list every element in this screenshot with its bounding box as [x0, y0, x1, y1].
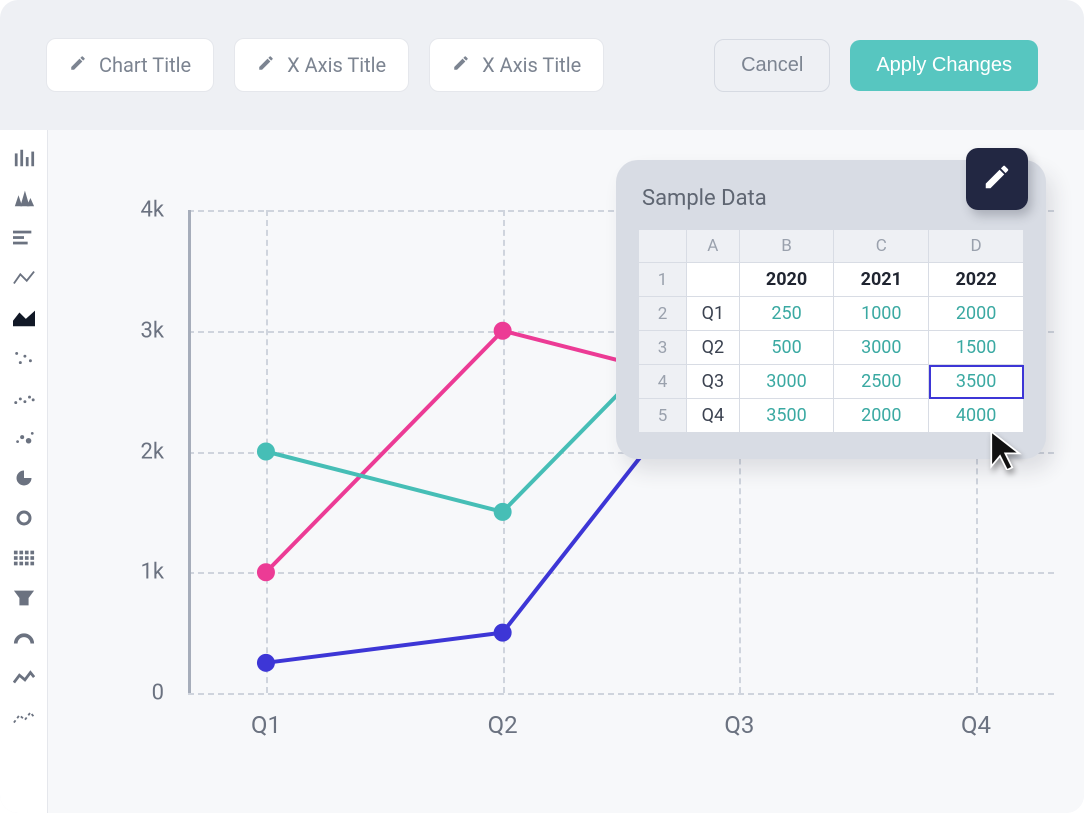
- chart-type-sidebar: [0, 130, 48, 813]
- chart-title-button[interactable]: Chart Title: [46, 38, 214, 92]
- grid-cell[interactable]: 500: [739, 331, 834, 365]
- grid-cell[interactable]: 3000: [739, 365, 834, 399]
- scatter-sparse-icon[interactable]: [4, 344, 44, 372]
- pencil-icon: [69, 53, 87, 77]
- grid-cell[interactable]: Q4: [687, 399, 740, 433]
- y-tick-label: 1k: [116, 560, 176, 585]
- grid-cell[interactable]: 2022: [929, 263, 1024, 297]
- heatmap-icon[interactable]: [4, 544, 44, 572]
- x-axis-title-button-2[interactable]: X Axis Title: [429, 38, 604, 92]
- x-tick-label: Q2: [488, 711, 518, 739]
- y-tick: 1k: [116, 560, 176, 585]
- grid-cell[interactable]: 3000: [834, 331, 929, 365]
- bubble-icon[interactable]: [4, 424, 44, 452]
- grid-cell[interactable]: 250: [739, 297, 834, 331]
- cancel-label: Cancel: [741, 54, 803, 76]
- grid-row-index[interactable]: 5: [639, 399, 687, 433]
- spark-dashed-icon[interactable]: [4, 704, 44, 732]
- y-tick: 2k: [116, 439, 176, 464]
- grid-cell[interactable]: 3500: [929, 365, 1024, 399]
- pencil-icon: [257, 53, 275, 77]
- series-point: [494, 503, 512, 521]
- grid-row-index[interactable]: 2: [639, 297, 687, 331]
- series-point: [257, 654, 275, 672]
- x-axis-title-button-1[interactable]: X Axis Title: [234, 38, 409, 92]
- grid-cell[interactable]: Q3: [687, 365, 740, 399]
- grid-cell[interactable]: 2000: [929, 297, 1024, 331]
- data-grid[interactable]: ABCD12020202120222Q1250100020003Q2500300…: [638, 229, 1024, 433]
- grid-cell[interactable]: 2020: [739, 263, 834, 297]
- grid-col-header[interactable]: C: [834, 230, 929, 263]
- y-tick-label: 0: [116, 681, 176, 706]
- sample-data-panel: Sample Data ABCD12020202120222Q125010002…: [616, 160, 1046, 459]
- y-tick: 0: [116, 681, 176, 706]
- bar-series-icon[interactable]: [4, 184, 44, 212]
- bar-columns-icon[interactable]: [4, 144, 44, 172]
- pencil-icon: [452, 53, 470, 77]
- toolbar: Chart Title X Axis Title X Axis Title Ca…: [0, 0, 1084, 130]
- y-tick: 4k: [116, 198, 176, 223]
- apply-button[interactable]: Apply Changes: [850, 40, 1038, 91]
- app-root: Chart Title X Axis Title X Axis Title Ca…: [0, 0, 1084, 813]
- apply-label: Apply Changes: [876, 54, 1012, 76]
- x-axis-title-label-2: X Axis Title: [482, 53, 581, 77]
- grid-cell[interactable]: Q2: [687, 331, 740, 365]
- gridline-h: [188, 693, 1054, 695]
- grid-cell[interactable]: 2021: [834, 263, 929, 297]
- edit-data-button[interactable]: [966, 148, 1028, 210]
- grid-row-index[interactable]: 1: [639, 263, 687, 297]
- x-axis-title-label-1: X Axis Title: [287, 53, 386, 77]
- grid-cell[interactable]: 3500: [739, 399, 834, 433]
- series-point: [494, 624, 512, 642]
- series-point: [494, 322, 512, 340]
- grid-cell[interactable]: 2000: [834, 399, 929, 433]
- grid-col-header[interactable]: B: [739, 230, 834, 263]
- cancel-button[interactable]: Cancel: [714, 39, 830, 92]
- gauge-icon[interactable]: [4, 624, 44, 652]
- grid-col-header[interactable]: A: [687, 230, 740, 263]
- x-tick-label: Q4: [961, 711, 991, 739]
- grid-cell[interactable]: 4000: [929, 399, 1024, 433]
- scatter-dense-icon[interactable]: [4, 384, 44, 412]
- grid-col-header[interactable]: D: [929, 230, 1024, 263]
- bar-horizontal-icon[interactable]: [4, 224, 44, 252]
- y-tick: 3k: [116, 318, 176, 343]
- y-tick-label: 4k: [116, 198, 176, 223]
- y-tick-label: 3k: [116, 318, 176, 343]
- line-icon[interactable]: [4, 264, 44, 292]
- grid-cell[interactable]: [687, 263, 740, 297]
- grid-row-index[interactable]: 4: [639, 365, 687, 399]
- donut-icon[interactable]: [4, 504, 44, 532]
- grid-cell[interactable]: 1500: [929, 331, 1024, 365]
- pie-icon[interactable]: [4, 464, 44, 492]
- spark-solid-icon[interactable]: [4, 664, 44, 692]
- grid-cell[interactable]: 1000: [834, 297, 929, 331]
- grid-cell[interactable]: Q1: [687, 297, 740, 331]
- grid-row-index[interactable]: 3: [639, 331, 687, 365]
- y-tick-label: 2k: [116, 439, 176, 464]
- grid-corner: [639, 230, 687, 263]
- x-tick-label: Q1: [251, 711, 281, 739]
- series-point: [257, 443, 275, 461]
- pencil-icon: [982, 162, 1012, 196]
- area-icon[interactable]: [4, 304, 44, 332]
- funnel-icon[interactable]: [4, 584, 44, 612]
- x-tick-label: Q3: [724, 711, 754, 739]
- grid-cell[interactable]: 2500: [834, 365, 929, 399]
- panel-title: Sample Data: [642, 186, 1020, 211]
- chart-title-label: Chart Title: [99, 53, 191, 77]
- series-point: [257, 563, 275, 581]
